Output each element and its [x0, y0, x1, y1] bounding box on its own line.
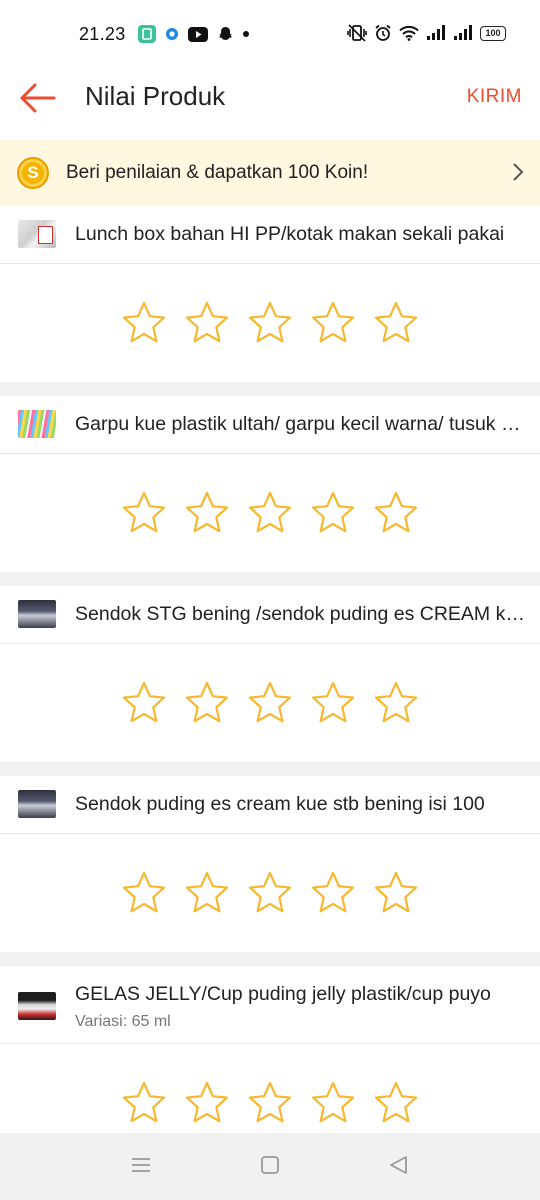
star-icon[interactable] — [121, 680, 167, 726]
product-thumbnail — [18, 992, 56, 1020]
signal-1-icon — [427, 25, 445, 40]
coin-reward-banner[interactable]: S Beri penilaian & dapatkan 100 Koin! — [0, 140, 540, 206]
more-notifications-dot-icon — [243, 31, 249, 37]
product-thumbnail — [18, 410, 56, 438]
product-review-list: Lunch box bahan HI PP/kotak makan sekali… — [0, 206, 540, 1176]
product-variant: Variasi: 65 ml — [75, 1013, 171, 1030]
star-icon[interactable] — [121, 300, 167, 346]
star-icon[interactable] — [310, 490, 356, 536]
product-header: GELAS JELLY/Cup puding jelly plastik/cup… — [0, 966, 540, 1044]
status-time: 21.23 — [79, 24, 126, 44]
star-icon[interactable] — [373, 490, 419, 536]
product-name: Sendok puding es cream kue stb bening is… — [75, 793, 485, 815]
app-notification-icon — [138, 25, 156, 43]
home-icon[interactable] — [260, 1155, 280, 1175]
star-icon[interactable] — [247, 300, 293, 346]
star-icon[interactable] — [310, 870, 356, 916]
alarm-icon — [375, 24, 391, 41]
star-icon[interactable] — [310, 1080, 356, 1126]
product-thumbnail — [18, 600, 56, 628]
star-icon[interactable] — [121, 870, 167, 916]
coin-reward-text: Beri penilaian & dapatkan 100 Koin! — [66, 162, 369, 183]
star-rating — [0, 454, 540, 572]
star-icon[interactable] — [247, 490, 293, 536]
star-icon[interactable] — [184, 490, 230, 536]
status-bar: 21.23 100 — [0, 0, 540, 68]
product-header: Sendok STG bening /sendok puding es CREA… — [0, 586, 540, 644]
back-arrow-icon[interactable] — [18, 82, 56, 114]
product-name: GELAS JELLY/Cup puding jelly plastik/cup… — [75, 983, 491, 1005]
product-name: Garpu kue plastik ultah/ garpu kecil war… — [75, 413, 525, 435]
star-icon[interactable] — [247, 680, 293, 726]
signal-2-icon — [454, 25, 472, 40]
star-icon[interactable] — [373, 680, 419, 726]
star-icon[interactable] — [121, 490, 167, 536]
send-button[interactable]: KIRIM — [467, 86, 522, 108]
product-header: Garpu kue plastik ultah/ garpu kecil war… — [0, 396, 540, 454]
notification-icons — [138, 25, 249, 43]
product-header: Lunch box bahan HI PP/kotak makan sekali… — [0, 206, 540, 264]
product-card: Sendok STG bening /sendok puding es CREA… — [0, 586, 540, 762]
chevron-right-icon — [513, 163, 524, 181]
star-icon[interactable] — [184, 870, 230, 916]
system-status-icons: 100 — [347, 24, 506, 42]
snapchat-icon — [219, 26, 232, 40]
page-title: Nilai Produk — [85, 81, 226, 111]
star-icon[interactable] — [373, 300, 419, 346]
product-card: Garpu kue plastik ultah/ garpu kecil war… — [0, 396, 540, 572]
product-card: Lunch box bahan HI PP/kotak makan sekali… — [0, 206, 540, 382]
star-icon[interactable] — [310, 680, 356, 726]
product-name: Sendok STG bening /sendok puding es CREA… — [75, 603, 525, 625]
back-triangle-icon[interactable] — [388, 1155, 408, 1175]
product-thumbnail — [18, 220, 56, 248]
product-header: Sendok puding es cream kue stb bening is… — [0, 776, 540, 834]
star-rating — [0, 264, 540, 382]
star-icon[interactable] — [247, 870, 293, 916]
star-rating — [0, 644, 540, 762]
youtube-icon — [188, 26, 208, 42]
wifi-icon — [399, 25, 419, 41]
star-icon[interactable] — [373, 1080, 419, 1126]
star-icon[interactable] — [184, 1080, 230, 1126]
coin-icon: S — [17, 157, 49, 189]
star-icon[interactable] — [121, 1080, 167, 1126]
star-icon[interactable] — [184, 300, 230, 346]
star-icon[interactable] — [247, 1080, 293, 1126]
star-icon[interactable] — [310, 300, 356, 346]
product-card: Sendok puding es cream kue stb bening is… — [0, 776, 540, 952]
star-icon[interactable] — [184, 680, 230, 726]
app-header: Nilai Produk KIRIM — [0, 68, 540, 140]
menu-icon[interactable] — [131, 1155, 151, 1175]
star-rating — [0, 834, 540, 952]
vibrate-mode-icon — [347, 24, 367, 42]
battery-indicator: 100 — [480, 25, 506, 41]
product-thumbnail — [18, 790, 56, 818]
star-icon[interactable] — [373, 870, 419, 916]
browser-notification-icon — [166, 28, 178, 40]
product-name: Lunch box bahan HI PP/kotak makan sekali… — [75, 223, 505, 245]
system-navigation-bar — [0, 1133, 540, 1200]
